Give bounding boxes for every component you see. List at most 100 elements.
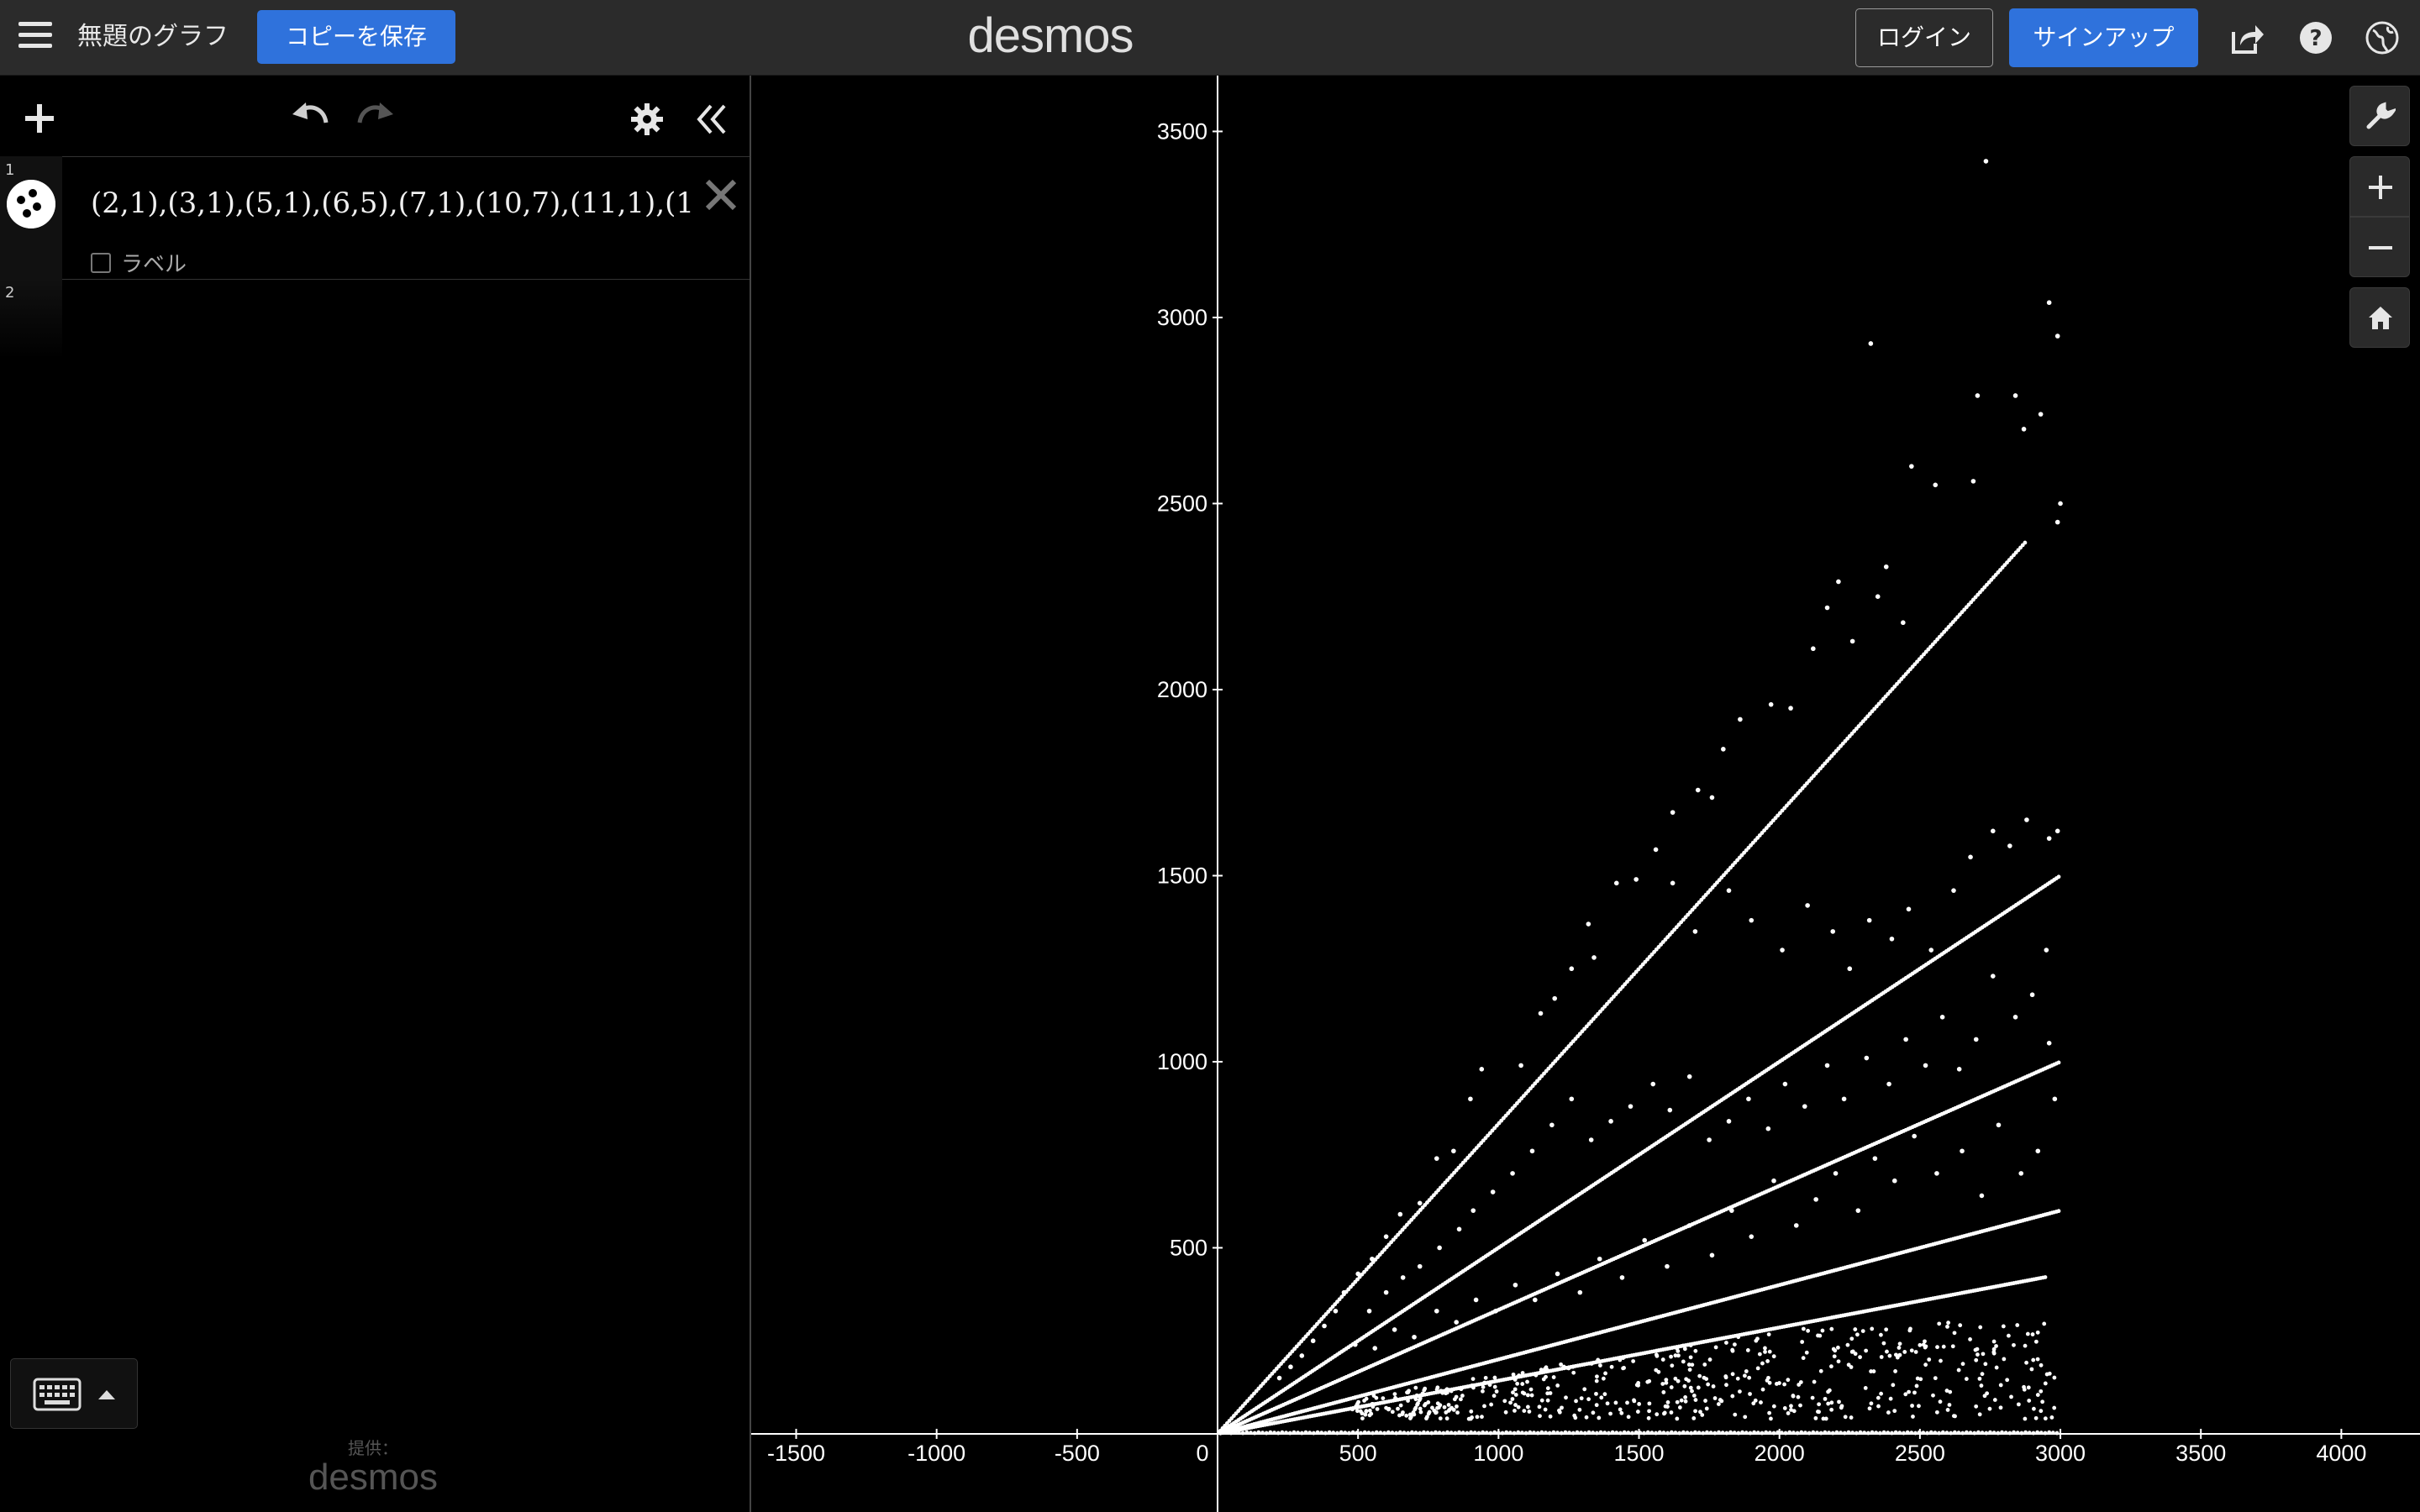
data-point — [1923, 1362, 1928, 1368]
data-point — [2024, 817, 2029, 822]
data-point — [1724, 1383, 1728, 1388]
data-point — [1886, 1410, 1891, 1415]
data-point — [1743, 1373, 1747, 1378]
redo-icon[interactable] — [356, 101, 395, 133]
collapse-panel-icon[interactable] — [694, 102, 728, 136]
data-point — [1791, 1394, 1796, 1398]
caret-up-icon — [98, 1390, 115, 1399]
data-point — [1677, 1405, 1682, 1410]
data-point — [1418, 1431, 1423, 1436]
data-point — [1870, 1430, 1875, 1435]
data-point — [1551, 1375, 1556, 1379]
data-point — [1422, 1430, 1426, 1435]
top-header: 無題のグラフ コピーを保存 desmos ログイン サインアップ ? — [0, 0, 2420, 76]
home-view-button[interactable] — [2349, 287, 2410, 348]
keyboard-toggle-button[interactable] — [10, 1358, 138, 1429]
expression-item-1[interactable]: 1 (2,1),(3,1),(5,1),(6,5),(7,1),(10,7),(… — [0, 156, 750, 280]
data-point — [1948, 1389, 1953, 1394]
data-point — [1311, 1431, 1316, 1436]
data-point — [1849, 638, 1855, 644]
data-point — [1744, 1369, 1749, 1373]
powered-by-logo: desmos — [308, 1457, 439, 1498]
data-point — [1490, 1189, 1496, 1194]
data-point — [1635, 1410, 1640, 1414]
data-point — [1960, 1362, 1965, 1367]
data-point — [2000, 1430, 2004, 1435]
settings-gear-icon[interactable] — [630, 102, 664, 136]
data-point — [1879, 1391, 1884, 1396]
data-point — [1371, 1394, 1376, 1398]
data-point — [1626, 1415, 1631, 1420]
data-point — [1979, 1383, 1984, 1388]
expression-input[interactable]: (2,1),(3,1),(5,1),(6,5),(7,1),(10,7),(11… — [91, 186, 691, 220]
data-point — [1545, 1398, 1550, 1403]
save-copy-button[interactable]: コピーを保存 — [257, 10, 455, 64]
data-point — [1299, 1431, 1304, 1436]
data-point — [1833, 1171, 1839, 1176]
zoom-in-button[interactable] — [2349, 156, 2410, 217]
data-point — [1343, 1431, 1348, 1436]
data-point — [1736, 1431, 1741, 1436]
delete-expression-icon[interactable] — [702, 176, 739, 213]
help-icon[interactable]: ? — [2298, 20, 2333, 55]
data-point — [1447, 1407, 1452, 1412]
data-point — [1891, 1383, 1896, 1388]
data-point — [1417, 1263, 1423, 1269]
data-point — [1547, 1431, 1552, 1436]
globe-icon[interactable] — [2365, 20, 2400, 55]
scatter-plot[interactable]: -1500 -1000 -500 0 500 1000 1500 2000 2500 3000 35… — [751, 76, 2420, 1512]
signup-button[interactable]: サインアップ — [2009, 8, 2198, 67]
graph-canvas[interactable]: -1500 -1000 -500 0 500 1000 1500 2000 2500 3000 35… — [751, 76, 2420, 1512]
data-point — [1864, 1348, 1869, 1353]
graph-settings-button[interactable] — [2349, 86, 2410, 146]
data-point — [1621, 1366, 1625, 1371]
data-point — [1834, 1430, 1839, 1435]
data-point — [2001, 1324, 2006, 1329]
axes — [751, 76, 2420, 1512]
tick-labels: -1500 -1000 -500 0 500 1000 1500 2000 2500 3000 35… — [767, 118, 2366, 1466]
data-point — [1984, 1431, 1989, 1436]
data-point — [1586, 1430, 1591, 1435]
data-point — [1451, 1407, 1456, 1412]
data-point — [1973, 1347, 1978, 1352]
hamburger-menu-icon[interactable] — [18, 22, 52, 52]
data-point — [1287, 1431, 1292, 1436]
zoom-out-button[interactable] — [2349, 217, 2410, 277]
data-point — [1527, 1410, 1532, 1414]
data-point — [1688, 1355, 1693, 1360]
label-checkbox[interactable] — [91, 252, 111, 273]
label-toggle[interactable]: ラベル — [91, 247, 187, 278]
data-point — [1757, 1352, 1762, 1357]
data-point — [1516, 1404, 1521, 1410]
powered-by-label: 提供： — [348, 1438, 398, 1458]
points-style-icon[interactable] — [7, 180, 55, 228]
data-point — [1434, 1430, 1438, 1435]
data-point — [1594, 1431, 1599, 1436]
data-point — [1956, 1431, 1961, 1436]
data-point — [1529, 1148, 1535, 1154]
data-point — [1413, 1431, 1418, 1436]
data-point — [1980, 1372, 1985, 1377]
login-button[interactable]: ログイン — [1855, 8, 1993, 67]
data-point — [1386, 1407, 1391, 1412]
data-point — [1994, 1344, 1998, 1348]
data-point — [1951, 888, 1956, 893]
data-point — [1539, 1398, 1544, 1403]
undo-icon[interactable] — [291, 101, 329, 133]
data-point — [1791, 1431, 1796, 1436]
data-point — [1601, 1376, 1606, 1381]
data-point — [1927, 1357, 1932, 1362]
data-point — [1766, 1332, 1771, 1336]
y-tick-label: 1500 — [1157, 863, 1207, 888]
expression-item-2[interactable]: 2 — [0, 279, 750, 360]
graph-title[interactable]: 無題のグラフ — [77, 18, 229, 55]
data-point — [1913, 1431, 1918, 1436]
data-point — [1909, 464, 1914, 469]
data-point — [1783, 1431, 1788, 1436]
data-point — [1875, 594, 1881, 600]
data-point — [1688, 1343, 1693, 1347]
add-icon[interactable] — [24, 102, 55, 134]
data-point — [1829, 1364, 1833, 1369]
share-icon[interactable] — [2230, 20, 2265, 55]
data-point — [2033, 1339, 2039, 1344]
